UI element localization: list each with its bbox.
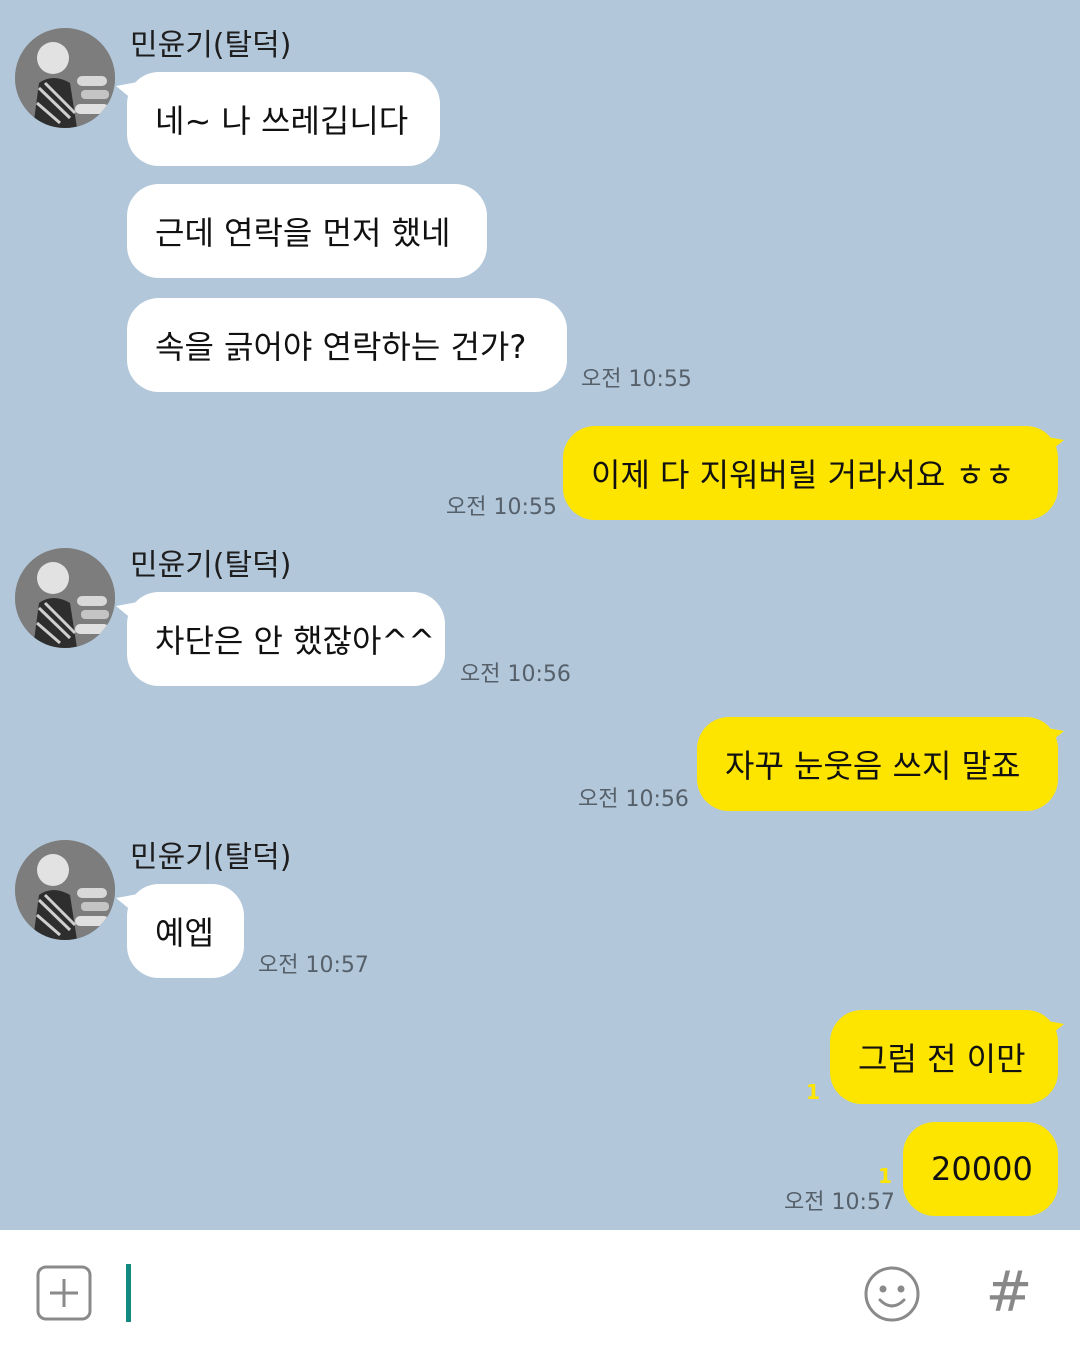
incoming-message[interactable]: 근데 연락을 먼저 했네	[127, 184, 487, 278]
incoming-message[interactable]: 네~ 나 쓰레깁니다	[127, 72, 440, 166]
avatar-image	[15, 840, 115, 940]
message-text: 속을 긁어야 연락하는 건가?	[155, 328, 527, 366]
attach-button[interactable]	[36, 1265, 92, 1321]
outgoing-message[interactable]: 이제 다 지워버릴 거라서요 ㅎㅎ	[563, 426, 1058, 520]
message-input-cursor[interactable]	[126, 1264, 131, 1322]
bubble-tail	[1042, 1020, 1064, 1042]
message-text: 자꾸 눈웃음 쓰지 말죠	[725, 747, 1021, 785]
unread-count: 1	[878, 1164, 892, 1188]
message-text: 차단은 안 했잖아^^	[155, 622, 436, 660]
message-time: 오전 10:56	[460, 662, 571, 687]
message-time: 오전 10:56	[578, 787, 689, 812]
message-text: 네~ 나 쓰레깁니다	[155, 102, 409, 140]
avatar-image	[15, 548, 115, 648]
message-time: 오전 10:57	[258, 953, 369, 978]
message-time: 오전 10:55	[446, 495, 557, 520]
hash-icon: #	[985, 1260, 1033, 1325]
sender-name: 민윤기(탈덕)	[130, 548, 292, 583]
message-time: 오전 10:55	[581, 367, 692, 392]
unread-count: 1	[806, 1080, 820, 1104]
hashtag-button[interactable]: #	[984, 1262, 1034, 1324]
emoji-icon	[864, 1266, 920, 1322]
sender-name: 민윤기(탈덕)	[130, 840, 292, 875]
contact-avatar[interactable]	[15, 28, 115, 128]
outgoing-message[interactable]: 그럼 전 이만	[830, 1010, 1058, 1104]
emoji-button[interactable]	[862, 1264, 922, 1324]
bubble-tail	[1042, 727, 1064, 749]
outgoing-message[interactable]: 20000	[903, 1122, 1058, 1216]
message-time: 오전 10:57	[784, 1190, 895, 1215]
outgoing-message[interactable]: 자꾸 눈웃음 쓰지 말죠	[697, 717, 1058, 811]
plus-square-icon	[36, 1265, 92, 1321]
incoming-message[interactable]: 속을 긁어야 연락하는 건가?	[127, 298, 567, 392]
message-text: 그럼 전 이만	[858, 1040, 1026, 1078]
message-text: 20000	[931, 1150, 1033, 1188]
message-text: 이제 다 지워버릴 거라서요 ㅎㅎ	[591, 456, 1015, 494]
message-text: 근데 연락을 먼저 했네	[155, 214, 451, 252]
contact-avatar[interactable]	[15, 840, 115, 940]
contact-avatar[interactable]	[15, 548, 115, 648]
bubble-tail	[1042, 436, 1064, 458]
chat-area[interactable]: 민윤기(탈덕) 네~ 나 쓰레깁니다 근데 연락을 먼저 했네 속을 긁어야 연…	[0, 0, 1080, 1230]
sender-name: 민윤기(탈덕)	[130, 28, 292, 63]
incoming-message[interactable]: 예엡	[127, 884, 244, 978]
avatar-image	[15, 28, 115, 128]
incoming-message[interactable]: 차단은 안 했잖아^^	[127, 592, 445, 686]
message-text: 예엡	[155, 914, 214, 952]
